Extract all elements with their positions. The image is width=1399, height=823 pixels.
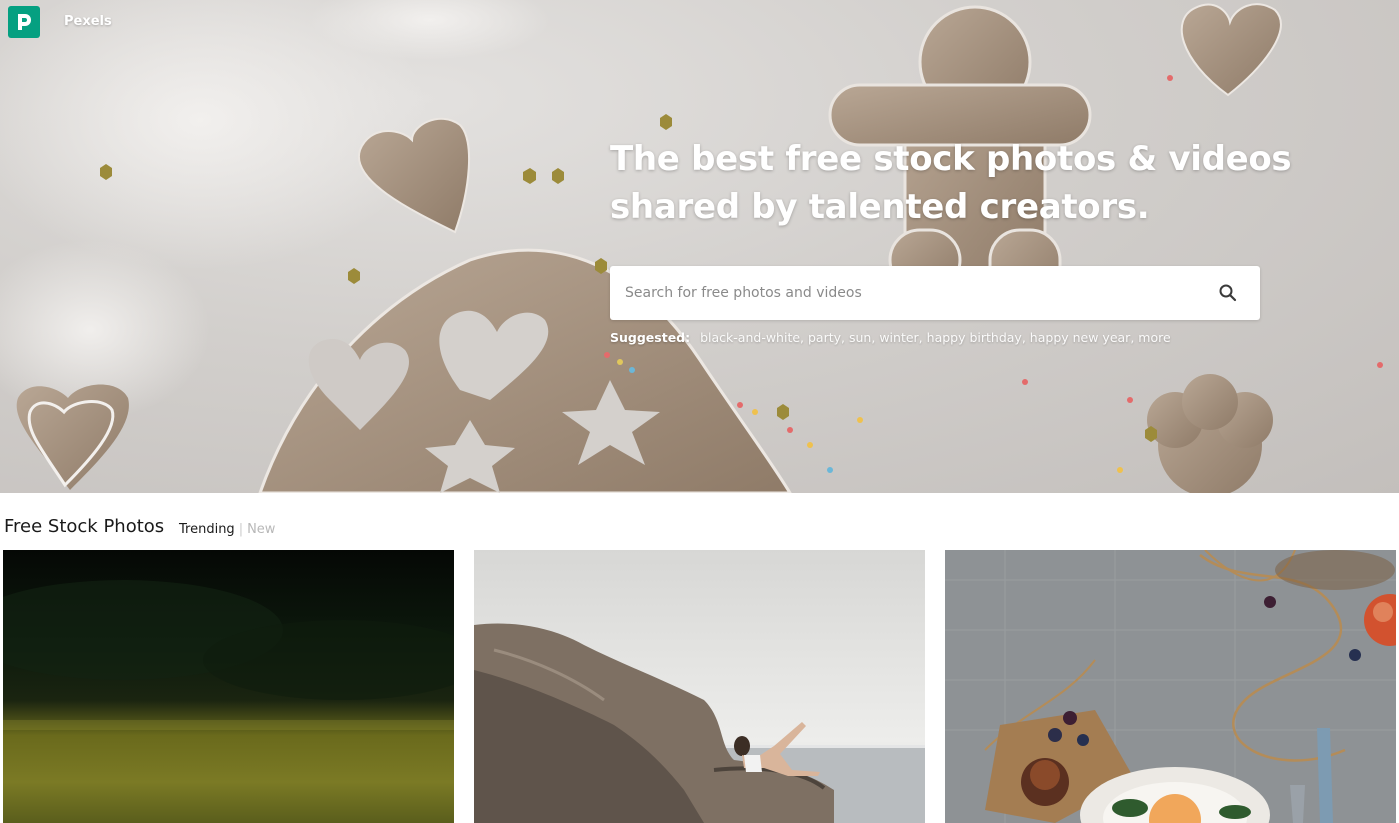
search-icon <box>1219 284 1237 302</box>
tab-new[interactable]: New <box>247 522 275 537</box>
photo-woman-on-rocks <box>474 550 925 823</box>
photo-card-table[interactable] <box>945 550 1396 823</box>
suggested-link[interactable]: party, <box>808 330 845 345</box>
suggested-link[interactable]: winter, <box>879 330 922 345</box>
photo-table-food <box>945 550 1396 823</box>
pexels-logo[interactable] <box>8 6 40 38</box>
photo-card-grass[interactable] <box>3 550 454 823</box>
hero-background-image <box>0 0 1383 493</box>
suggested-searches: Suggested: black-and-white, party, sun, … <box>610 330 1171 345</box>
hero-headline-line2: shared by talented creators. <box>610 187 1150 227</box>
photo-grass-field <box>3 550 454 823</box>
hero-banner: Pexels The best free stock photos & vide… <box>0 0 1399 493</box>
photo-filter-tabs: Trending | New <box>179 522 275 537</box>
suggested-label: Suggested: <box>610 330 691 345</box>
suggested-more-link[interactable]: more <box>1138 330 1170 345</box>
hero-headline-line1: The best free stock photos & videos <box>610 139 1292 179</box>
tab-trending[interactable]: Trending <box>179 522 235 537</box>
brand-name[interactable]: Pexels <box>64 14 112 29</box>
suggested-link[interactable]: happy new year, <box>1030 330 1135 345</box>
section-title: Free Stock Photos <box>4 516 165 537</box>
suggested-link[interactable]: sun, <box>849 330 875 345</box>
photo-card-rocks[interactable] <box>474 550 925 823</box>
search-button[interactable] <box>1218 283 1238 303</box>
pexels-logo-icon <box>18 14 31 30</box>
search-input[interactable] <box>610 266 1200 320</box>
hero-headline: The best free stock photos & videos shar… <box>610 135 1310 231</box>
filter-separator: | <box>238 522 244 537</box>
suggested-link[interactable]: happy birthday, <box>927 330 1026 345</box>
suggested-link[interactable]: black-and-white, <box>700 330 804 345</box>
search-bar <box>610 266 1260 320</box>
